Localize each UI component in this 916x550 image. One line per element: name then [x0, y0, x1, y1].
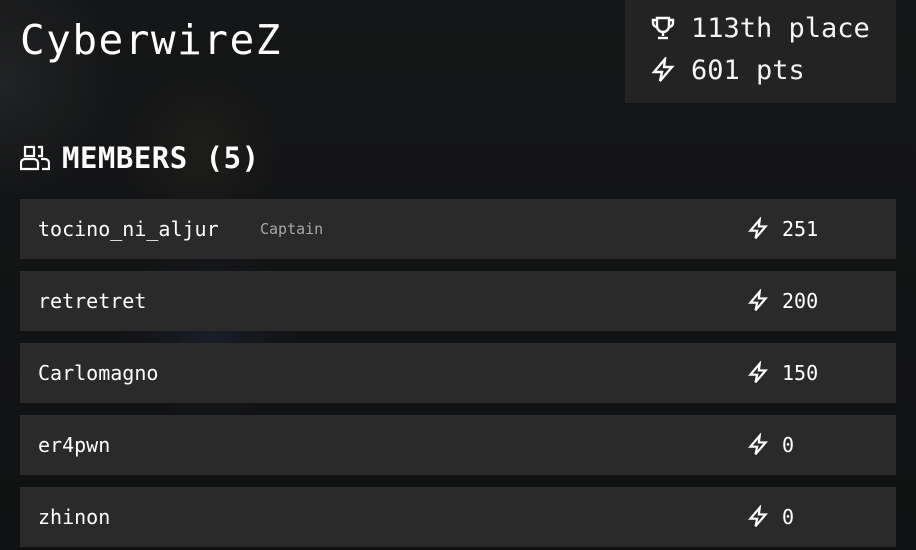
- member-name[interactable]: Carlomagno: [38, 343, 158, 403]
- member-score: 0: [747, 415, 794, 475]
- lightning-icon: [747, 289, 769, 313]
- member-name[interactable]: zhinon: [38, 487, 110, 547]
- team-points: 601 pts: [649, 53, 805, 87]
- lightning-icon: [747, 361, 769, 385]
- member-score: 150: [747, 343, 818, 403]
- member-score: 251: [747, 199, 818, 259]
- team-stats-panel: 113th place 601 pts: [625, 0, 896, 103]
- team-place: 113th place: [649, 11, 870, 45]
- member-score-value: 200: [782, 289, 819, 313]
- member-name[interactable]: er4pwn: [38, 415, 110, 475]
- lightning-icon: [649, 56, 677, 84]
- member-row[interactable]: zhinon 0: [20, 487, 896, 547]
- users-icon: [20, 143, 50, 173]
- members-heading: MEMBERS (5): [20, 138, 260, 178]
- member-row[interactable]: er4pwn 0: [20, 415, 896, 475]
- member-name[interactable]: tocino_ni_aljur: [38, 199, 219, 259]
- team-name: CyberwireZ: [20, 16, 282, 64]
- team-points-text: 601 pts: [691, 54, 805, 86]
- member-list: tocino_ni_aljur Captain 251 retretret 20…: [20, 199, 896, 550]
- member-score-value: 0: [782, 505, 795, 529]
- member-row[interactable]: retretret 200: [20, 271, 896, 331]
- member-row[interactable]: Carlomagno 150: [20, 343, 896, 403]
- captain-badge: Captain: [260, 220, 324, 238]
- members-heading-text: MEMBERS (5): [62, 141, 260, 175]
- lightning-icon: [747, 433, 769, 457]
- member-score: 0: [747, 487, 794, 547]
- lightning-icon: [747, 217, 769, 241]
- member-row[interactable]: tocino_ni_aljur Captain 251: [20, 199, 896, 259]
- member-score-value: 150: [782, 361, 819, 385]
- member-score: 200: [747, 271, 818, 331]
- team-place-text: 113th place: [691, 12, 870, 44]
- lightning-icon: [747, 505, 769, 529]
- member-name[interactable]: retretret: [38, 271, 146, 331]
- member-score-value: 0: [782, 433, 795, 457]
- member-score-value: 251: [782, 217, 819, 241]
- trophy-icon: [649, 14, 677, 42]
